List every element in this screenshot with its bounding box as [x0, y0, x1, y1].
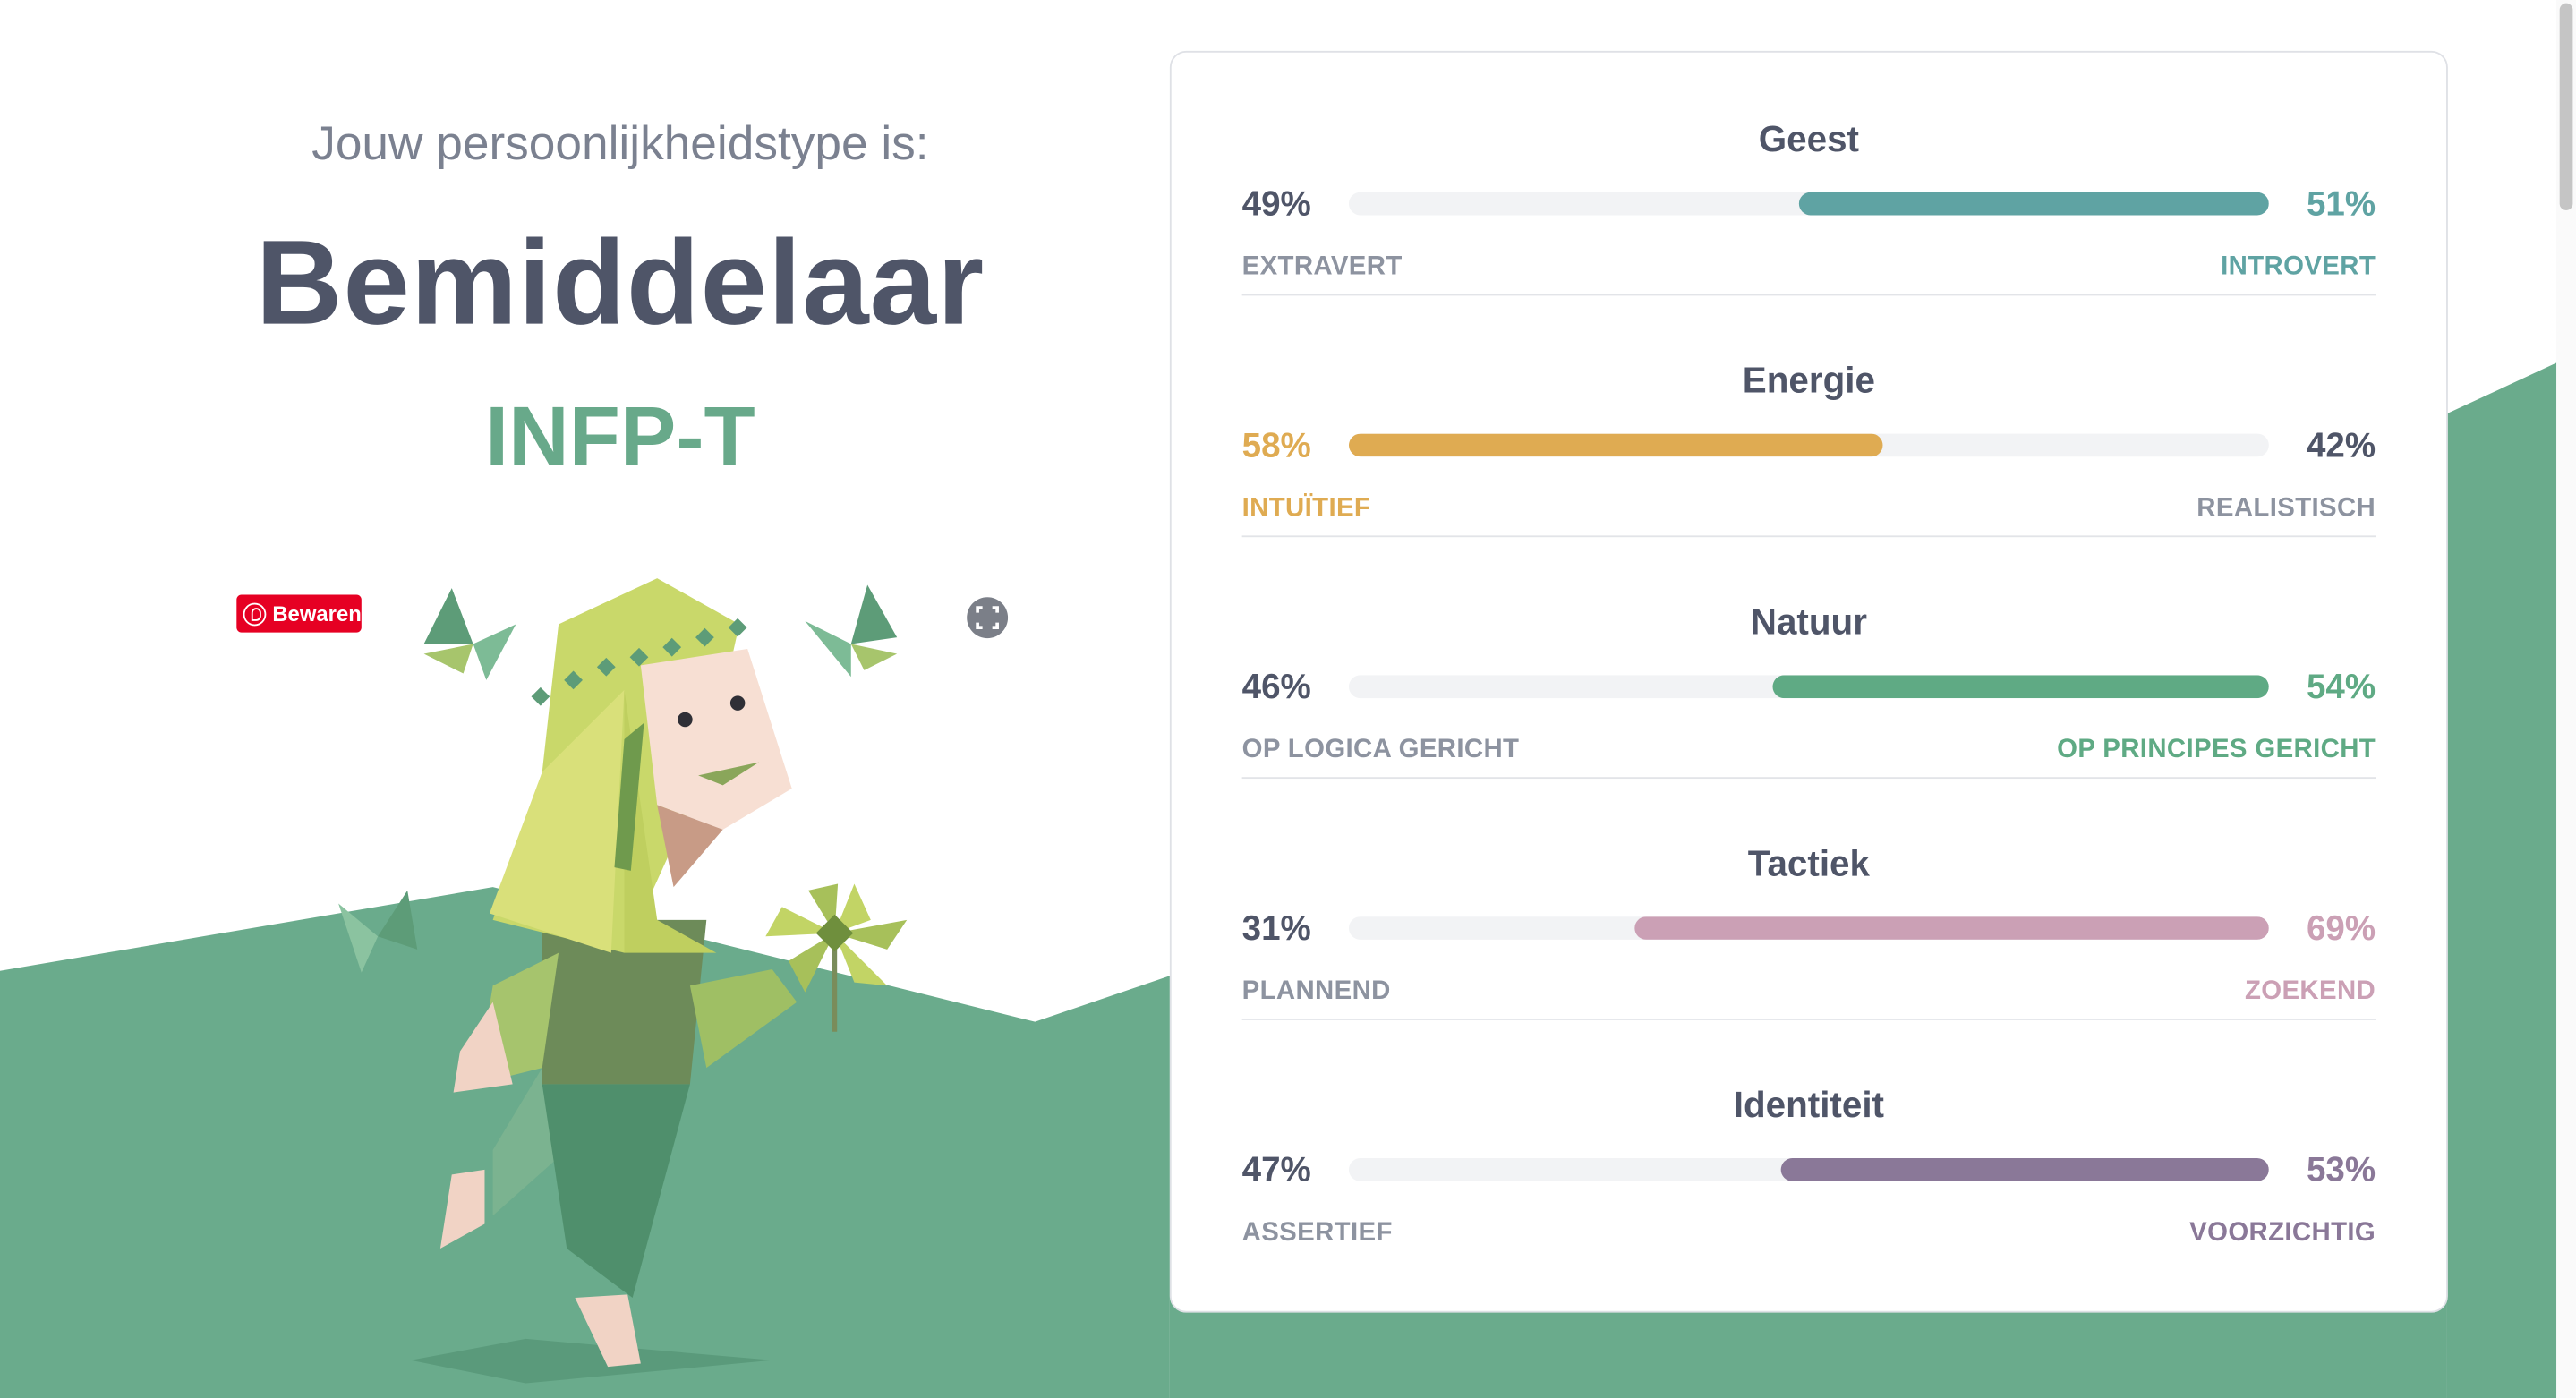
trait-right-percentage: 51%	[2306, 185, 2376, 224]
trait-left-label: EXTRAVERT	[1241, 252, 1403, 281]
expand-icon[interactable]	[964, 594, 1010, 640]
butterfly-right	[805, 584, 898, 678]
personality-type-name: Bemiddelaar	[255, 217, 985, 350]
trait-left-percentage: 58%	[1241, 427, 1311, 465]
trait-row-natuur: Natuur 46% 54% OP LOGICA GERICHT OP PRINCIPE…	[1241, 535, 2376, 780]
trait-right-label: INTROVERT	[2221, 252, 2376, 281]
trait-bar-fill	[1633, 916, 2269, 940]
trait-right-label: ZOEKEND	[2244, 977, 2376, 1006]
trait-left-label: ASSERTIEF	[1241, 1218, 1393, 1248]
trait-right-percentage: 42%	[2306, 427, 2376, 465]
results-page: Jouw persoonlijkheidstype is: Bemiddelaa…	[0, 0, 2576, 1398]
trait-row-geest: Geest 49% 51% EXTRAVERT INTROVERT	[1241, 53, 2376, 296]
scrollbar-thumb[interactable]	[2559, 3, 2573, 210]
trait-bar-fill	[1781, 1158, 2269, 1181]
trait-title: Natuur	[1750, 601, 1867, 643]
pinterest-save-button[interactable]: Bewaren	[236, 594, 362, 633]
trait-right-percentage: 54%	[2306, 669, 2376, 707]
trait-results-card: Geest 49% 51% EXTRAVERT INTROVERT Energie 58% 4…	[1169, 50, 2448, 1313]
trait-left-percentage: 47%	[1241, 1151, 1311, 1189]
trait-bar-track	[1348, 675, 2269, 699]
trait-row-identiteit: Identiteit 47% 53% ASSERTIEF VOORZICHTIG	[1242, 1019, 2376, 1260]
trait-bar-track	[1348, 916, 2269, 940]
trait-title: Identiteit	[1733, 1084, 1885, 1126]
butterfly-left	[423, 588, 516, 680]
trait-left-percentage: 31%	[1241, 909, 1311, 949]
page-scrollbar[interactable]	[2556, 0, 2576, 1398]
trait-row-energie: Energie 58% 42% INTUÏTIEF REALISTISCH	[1241, 294, 2376, 538]
trait-title: Tactiek	[1747, 842, 1870, 884]
trait-right-percentage: 53%	[2306, 1151, 2376, 1189]
trait-title: Energie	[1742, 359, 1875, 401]
trait-row-tactiek: Tactiek 31% 69% PLANNEND ZOEKEND	[1241, 777, 2376, 1020]
trait-left-percentage: 46%	[1241, 669, 1311, 707]
trait-bar-track	[1348, 1158, 2269, 1181]
trait-bar-track	[1348, 192, 2269, 216]
mediator-character-illustration	[338, 578, 908, 1384]
trait-right-label: REALISTISCH	[2196, 494, 2376, 523]
trait-bar-track	[1348, 433, 2269, 457]
trait-left-label: INTUÏTIEF	[1241, 494, 1371, 523]
trait-bar-fill	[1348, 433, 1883, 457]
trait-right-percentage: 69%	[2306, 909, 2376, 949]
pinterest-save-label: Bewaren	[272, 601, 362, 627]
trait-right-label: OP PRINCIPES GERICHT	[2057, 736, 2376, 764]
type-intro-label: Jouw persoonlijkheidstype is:	[311, 118, 929, 171]
trait-bar-fill	[1799, 192, 2269, 216]
trait-title: Geest	[1758, 118, 1860, 160]
trait-left-label: PLANNEND	[1241, 977, 1391, 1006]
trait-right-label: VOORZICHTIG	[2189, 1218, 2376, 1248]
personality-type-code: INFP-T	[485, 389, 755, 483]
trait-bar-fill	[1771, 675, 2269, 699]
pinterest-icon	[243, 601, 266, 626]
trait-left-label: OP LOGICA GERICHT	[1241, 736, 1520, 764]
trait-left-percentage: 49%	[1241, 185, 1311, 224]
butterfly-small	[338, 890, 418, 973]
